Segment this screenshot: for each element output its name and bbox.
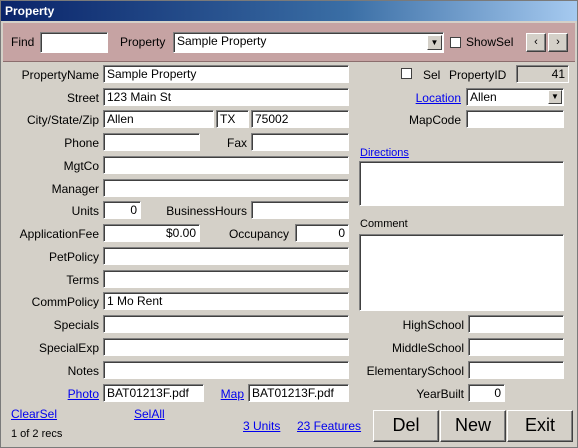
directions-link[interactable]: Directions — [360, 147, 409, 159]
chevron-left-icon: ‹ — [534, 36, 538, 48]
comm-policy-label: CommPolicy — [31, 295, 99, 309]
units-link[interactable]: 3 Units — [243, 419, 280, 433]
map-link[interactable]: Map — [206, 387, 244, 401]
find-input[interactable] — [40, 32, 108, 53]
comment-field[interactable] — [359, 234, 564, 311]
title-bar: Property — [1, 1, 577, 21]
pet-policy-label: PetPolicy — [48, 250, 99, 264]
sel-label: Sel — [423, 68, 441, 82]
special-exp-field[interactable] — [103, 338, 349, 356]
property-select-label: Property — [120, 35, 166, 49]
city-field[interactable]: Allen — [103, 110, 214, 128]
property-id-field: 41 — [516, 65, 569, 83]
application-fee-field[interactable]: $0.00 — [103, 224, 200, 242]
street-label: Street — [66, 91, 99, 105]
units-field[interactable]: 0 — [103, 201, 141, 219]
elementary-school-field[interactable] — [468, 361, 564, 379]
phone-field[interactable] — [103, 133, 200, 151]
high-school-label: HighSchool — [402, 318, 464, 332]
occupancy-label: Occupancy — [228, 227, 289, 241]
photo-field[interactable]: BAT01213F.pdf — [103, 384, 204, 402]
notes-field[interactable] — [103, 361, 349, 379]
elementary-school-label: ElementarySchool — [366, 364, 464, 378]
chevron-down-icon[interactable]: ▼ — [427, 35, 442, 50]
terms-field[interactable] — [103, 270, 349, 288]
property-id-label: PropertyID — [449, 68, 507, 82]
record-count: 1 of 2 recs — [11, 428, 63, 440]
manager-field[interactable] — [103, 179, 349, 197]
chevron-down-icon[interactable]: ▼ — [548, 90, 562, 104]
zip-field[interactable]: 75002 — [251, 110, 349, 128]
high-school-field[interactable] — [468, 315, 564, 333]
previous-record-button[interactable]: ‹ — [526, 33, 546, 52]
comment-label: Comment — [360, 218, 408, 230]
mapcode-field[interactable] — [466, 110, 564, 128]
chevron-right-icon: › — [556, 36, 560, 48]
sel-all-link[interactable]: SelAll — [134, 407, 165, 421]
fax-field[interactable] — [251, 133, 349, 151]
property-name-field[interactable]: Sample Property — [103, 65, 349, 83]
business-hours-field[interactable] — [251, 201, 349, 219]
directions-field[interactable] — [359, 161, 564, 206]
middle-school-field[interactable] — [468, 338, 564, 356]
terms-label: Terms — [66, 273, 99, 287]
location-select-value: Allen — [470, 90, 497, 104]
units-label: Units — [71, 204, 99, 218]
mapcode-label: MapCode — [408, 113, 461, 127]
pet-policy-field[interactable] — [103, 247, 349, 265]
photo-link[interactable]: Photo — [5, 387, 99, 401]
special-exp-label: SpecialExp — [38, 341, 99, 355]
street-field[interactable]: 123 Main St — [103, 88, 349, 106]
clear-sel-link[interactable]: ClearSel — [11, 407, 57, 421]
location-link[interactable]: Location — [371, 91, 461, 105]
application-fee-label: ApplicationFee — [19, 227, 99, 241]
showsel-label: ShowSel — [466, 35, 514, 49]
sel-checkbox[interactable] — [401, 68, 412, 79]
notes-label: Notes — [67, 364, 99, 378]
city-state-zip-label: City/State/Zip — [26, 113, 99, 127]
year-built-field[interactable]: 0 — [468, 384, 505, 402]
del-button[interactable]: Del — [373, 410, 439, 442]
property-select-value: Sample Property — [177, 34, 267, 48]
location-select[interactable]: Allen ▼ — [466, 88, 564, 106]
exit-button[interactable]: Exit — [507, 410, 573, 442]
mgtco-label: MgtCo — [63, 159, 99, 173]
phone-label: Phone — [64, 136, 99, 150]
comm-policy-field[interactable]: 1 Mo Rent — [103, 292, 349, 310]
state-field[interactable]: TX — [216, 110, 249, 128]
year-built-label: YearBuilt — [416, 387, 464, 401]
specials-field[interactable] — [103, 315, 349, 333]
showsel-checkbox[interactable] — [450, 37, 461, 48]
find-label: Find — [11, 35, 35, 49]
new-button[interactable]: New — [440, 410, 506, 442]
specials-label: Specials — [53, 318, 99, 332]
property-window: Property Find Property Sample Property ▼… — [0, 0, 578, 448]
mgtco-field[interactable] — [103, 156, 349, 174]
business-hours-label: BusinessHours — [166, 204, 247, 218]
property-select[interactable]: Sample Property ▼ — [173, 32, 444, 53]
next-record-button[interactable]: › — [548, 33, 568, 52]
window-title: Property — [5, 4, 55, 18]
map-field[interactable]: BAT01213F.pdf — [248, 384, 349, 402]
features-link[interactable]: 23 Features — [297, 419, 361, 433]
property-name-label: PropertyName — [21, 68, 99, 82]
middle-school-label: MiddleSchool — [391, 341, 464, 355]
fax-label: Fax — [226, 136, 247, 150]
find-bar: Find Property Sample Property ▼ ShowSel … — [3, 23, 575, 62]
occupancy-field[interactable]: 0 — [295, 224, 349, 242]
manager-label: Manager — [51, 182, 99, 196]
